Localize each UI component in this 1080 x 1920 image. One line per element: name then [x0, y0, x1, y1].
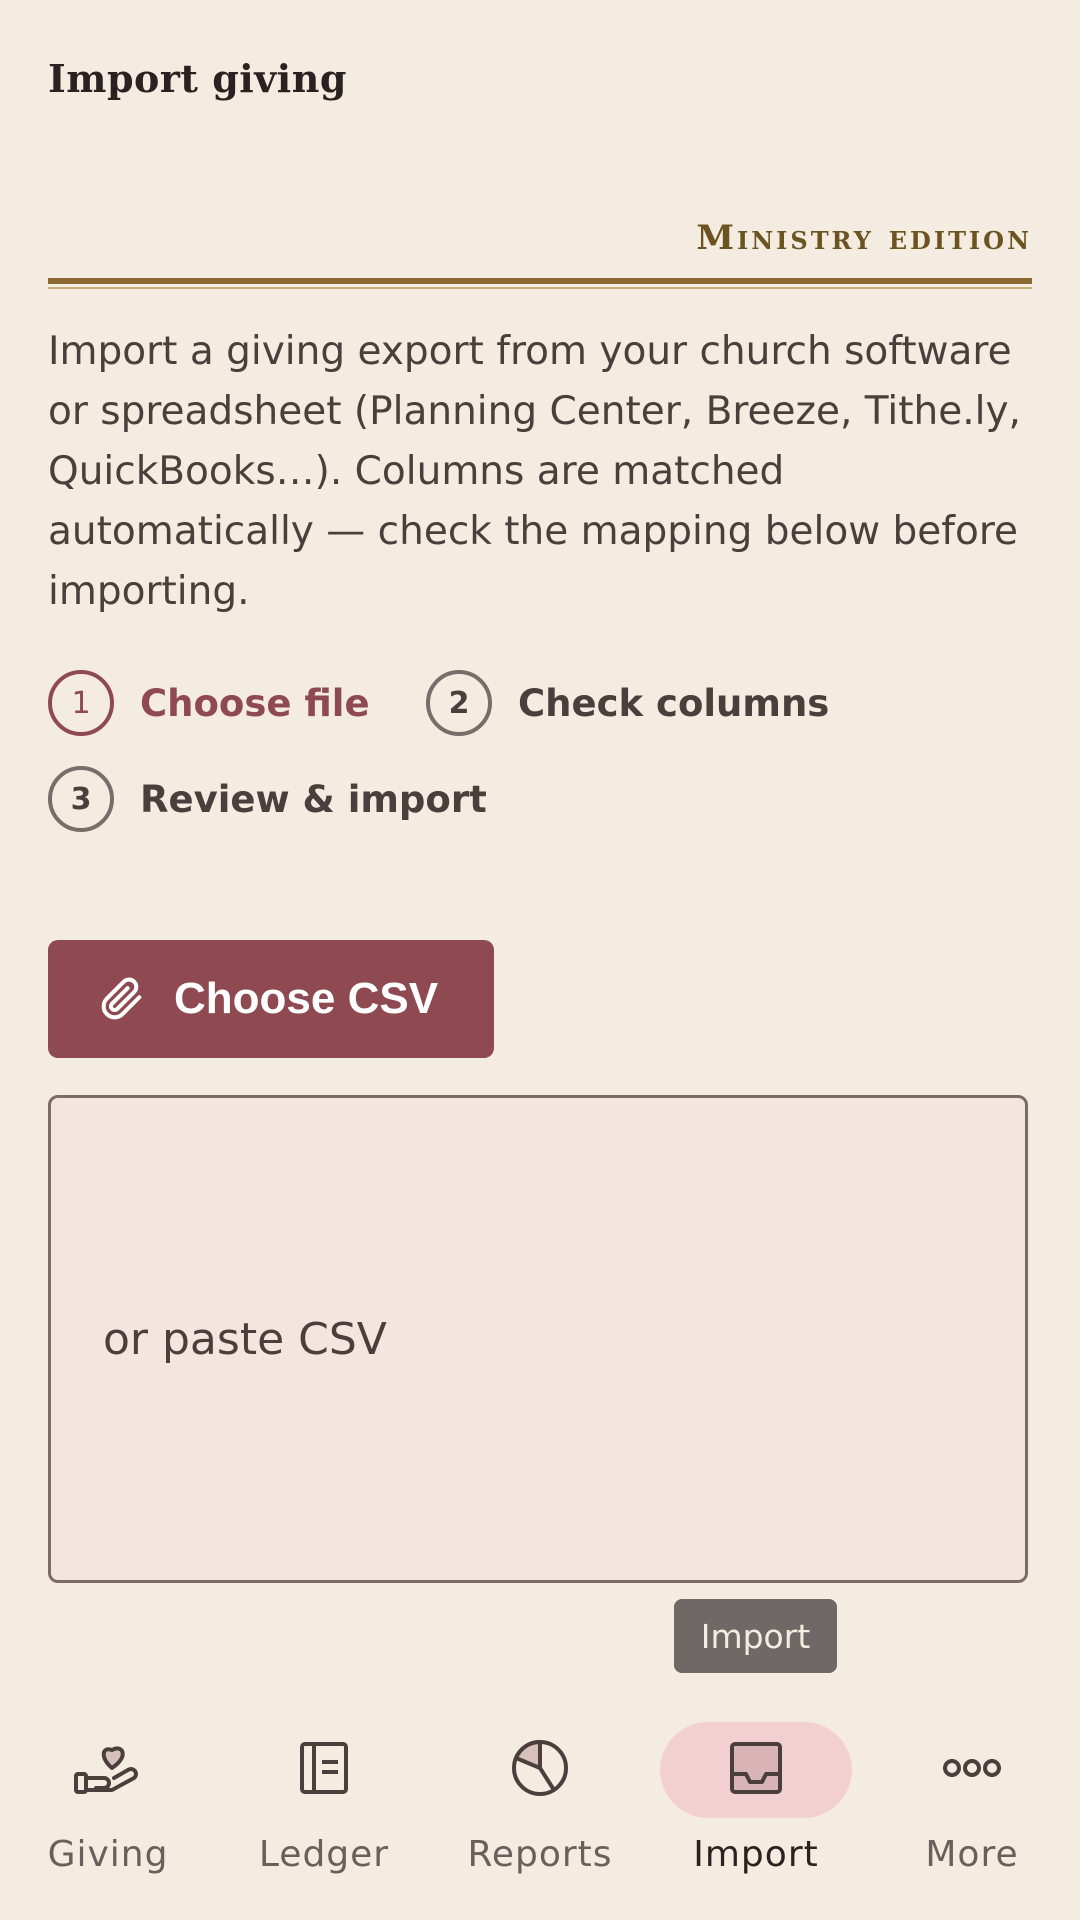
edition-label: Ministry edition	[696, 218, 1032, 258]
heart-hand-icon	[72, 1738, 144, 1802]
header-divider	[48, 278, 1032, 284]
inbox-tray-icon	[726, 1738, 786, 1802]
import-tooltip: Import	[674, 1599, 837, 1673]
nav-label: Ledger	[258, 1834, 390, 1875]
step-number: 1	[48, 670, 114, 736]
nav-label: Import	[693, 1834, 819, 1875]
step-choose-file: 1 Choose file	[48, 670, 370, 736]
step-number: 2	[426, 670, 492, 736]
ledger-icon	[294, 1738, 354, 1802]
nav-item-reports[interactable]: Reports	[432, 1700, 648, 1920]
paperclip-icon	[100, 974, 144, 1024]
nav-label: Reports	[467, 1834, 613, 1875]
page-title: Import giving	[48, 56, 347, 101]
step-review-import: 3 Review & import	[48, 766, 487, 832]
pie-chart-icon	[508, 1736, 572, 1804]
bottom-nav: Giving Ledger Reports Import More	[0, 1700, 1080, 1920]
step-number: 3	[48, 766, 114, 832]
nav-label: More	[925, 1834, 1019, 1875]
step-label: Choose file	[140, 681, 370, 725]
nav-label: Giving	[47, 1834, 169, 1875]
step-check-columns: 2 Check columns	[426, 670, 829, 736]
paste-csv-textarea[interactable]: or paste CSV	[48, 1095, 1028, 1583]
more-dots-icon	[941, 1756, 1003, 1784]
step-label: Check columns	[518, 681, 830, 725]
header-divider-thin	[48, 287, 1032, 289]
nav-item-giving[interactable]: Giving	[0, 1700, 216, 1920]
intro-text: Import a giving export from your church …	[48, 329, 1021, 614]
step-label: Review & import	[140, 777, 487, 821]
choose-csv-label: Choose CSV	[174, 974, 439, 1023]
nav-item-more[interactable]: More	[864, 1700, 1080, 1920]
choose-csv-button[interactable]: Choose CSV	[48, 940, 494, 1058]
paste-csv-placeholder: or paste CSV	[103, 1313, 387, 1365]
nav-item-import[interactable]: Import	[648, 1700, 864, 1920]
nav-item-ledger[interactable]: Ledger	[216, 1700, 432, 1920]
